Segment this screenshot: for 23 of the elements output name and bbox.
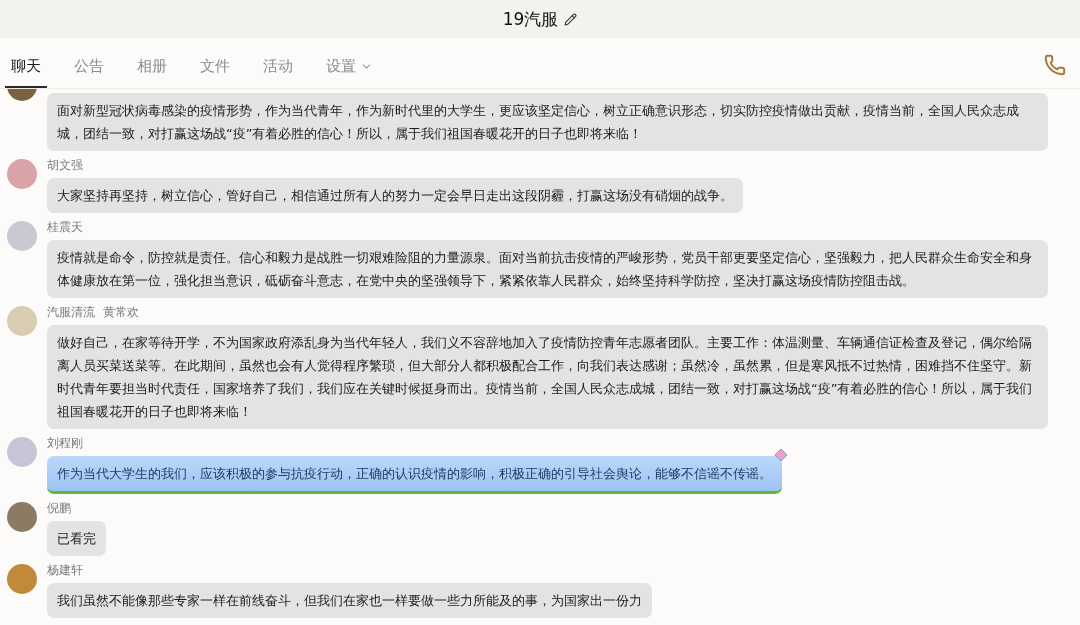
message-bubble: 做好自己，在家等待开学，不为国家政府添乱身为当代年轻人，我们义不容辞地加入了疫情防控青年志愿者团队。主要工作：体温测量、车辆通信证检查及登记，偶尔给隔离人员买菜送菜等。在此期间，虽然也会有人觉得程序繁琐，但大部分人都积极配合工作，向我们表达感谢；虽然冷，虽然累，但是寒风抵不过热情，困难挡不住坚守。新时代青年要担当时代责任，国家培养了我们，我们应在关键时候挺身而出。疫情当前，全国人民众志成城，团结一致，对打赢这场战“疫”有着必胜的信心！所以，属于我们祖国春暖花开的日子也即将来临！ — [47, 325, 1048, 429]
window-title: 19汽服 — [502, 7, 559, 31]
phone-icon[interactable] — [1044, 54, 1066, 76]
edit-icon[interactable] — [564, 12, 578, 26]
tab[interactable]: 公告 — [68, 57, 110, 88]
message-bubble: 疫情就是命令，防控就是责任。信心和毅力是战胜一切艰难险阻的力量源泉。面对当前抗击疫情的严峻形势，党员干部更要坚定信心，坚强毅力，把人民群众生命安全和身体健康放在第一位，强化担当意识，砥砺奋斗意志，在党中央的坚强领导下，紧紧依靠人民群众，始终坚持科学防控，坚决打赢这场疫情防控阻击战。 — [47, 240, 1048, 298]
avatar-photo[interactable] — [7, 502, 37, 532]
sender-name: 胡文强 — [47, 157, 83, 173]
message-bubble: 我们虽然不能像那些专家一样在前线奋斗，但我们在家也一样要做一些力所能及的事，为国家出一份力 — [47, 583, 652, 618]
sender-name: 倪鹏 — [47, 500, 71, 516]
member-tag: 汽服清流 — [47, 304, 95, 320]
sender-name: 桂震天 — [47, 219, 83, 235]
sender-name: 黄常欢 — [103, 304, 139, 320]
message-bubble: 面对新型冠状病毒感染的疫情形势，作为当代青年，作为新时代里的大学生，更应该坚定信心，树立正确意识形态，切实防控疫情做出贡献，疫情当前，全国人民众志成城，团结一致，对打赢这场战“疫”有着必胜的信心！所以，属于我们祖国春暖花开的日子也即将来临！ — [47, 93, 1048, 151]
tab[interactable]: 活动 — [257, 57, 299, 88]
avatar-photo[interactable] — [7, 564, 37, 594]
tab[interactable]: 相册 — [131, 57, 173, 88]
sender-name: 杨建轩 — [47, 562, 83, 578]
tab[interactable]: 设置 — [320, 57, 379, 88]
sender-name: 刘程刚 — [47, 435, 83, 451]
message-bubble: 大家坚持再坚持，树立信心，管好自己，相信通过所有人的努力一定会早日走出这段阴霾，打赢这场没有硝烟的战争。 — [47, 178, 743, 213]
message-bubble: 已看完 — [47, 521, 106, 556]
tab[interactable]: 文件 — [194, 57, 236, 88]
